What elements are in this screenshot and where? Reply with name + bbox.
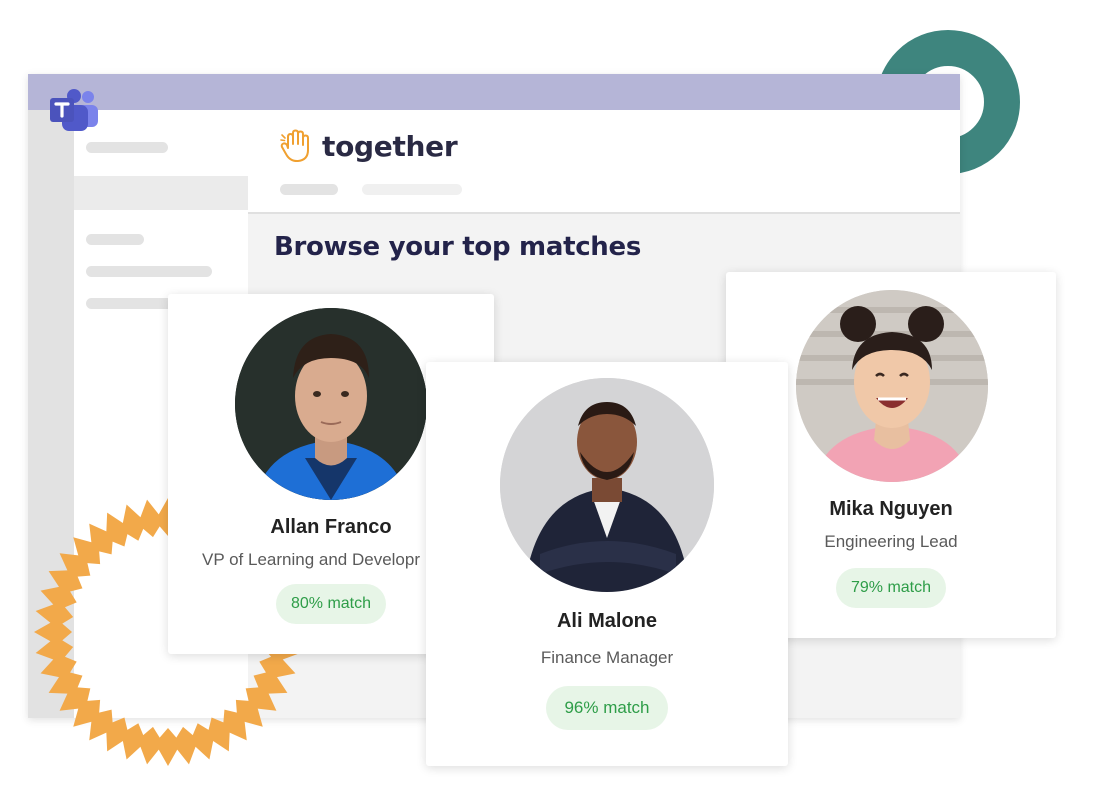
match-badge: 79% match <box>836 568 946 608</box>
stage: together Browse your top matches Allan F… <box>0 0 1094 798</box>
content-header: together <box>248 110 960 214</box>
microsoft-teams-icon <box>50 89 98 131</box>
match-badge: 96% match <box>546 686 668 730</box>
match-role: Finance Manager <box>540 648 674 667</box>
tab-placeholder[interactable] <box>362 184 462 195</box>
tab-placeholder[interactable] <box>280 184 338 195</box>
avatar <box>500 378 714 592</box>
portrait-allan <box>235 308 427 500</box>
page-heading: Browse your top matches <box>274 232 642 262</box>
profile-card[interactable]: Ali Malone Finance Manager 96% match <box>426 362 788 766</box>
raised-hand-icon <box>280 129 309 163</box>
avatar <box>796 290 988 482</box>
match-name: Ali Malone <box>556 610 657 632</box>
title-bar <box>28 74 960 110</box>
placeholder-bar <box>86 234 144 245</box>
placeholder-bar <box>86 142 168 153</box>
match-badge: 80% match <box>276 584 386 624</box>
avatar <box>235 308 427 500</box>
sidebar-header <box>74 110 248 176</box>
brand[interactable]: together <box>278 128 458 164</box>
portrait-mika <box>796 290 988 482</box>
placeholder-bar <box>86 266 212 277</box>
brand-name: together <box>322 129 458 163</box>
portrait-ali <box>500 378 714 592</box>
